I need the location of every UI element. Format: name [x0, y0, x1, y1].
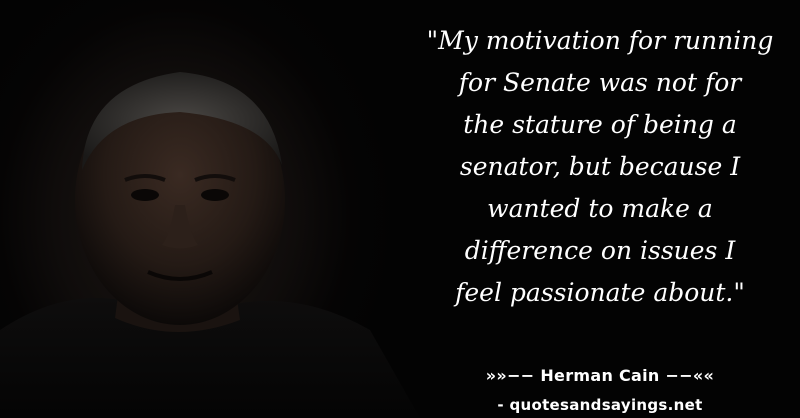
quote-image: "My motivation for running for Senate wa… — [0, 0, 800, 418]
author-attribution: »»−− Herman Cain −−«« — [485, 366, 715, 385]
site-credit: - quotesandsayings.net — [497, 396, 703, 414]
quote-text: "My motivation for running for Senate wa… — [426, 26, 774, 307]
portrait-photo — [0, 0, 420, 418]
portrait-illustration — [0, 72, 420, 418]
